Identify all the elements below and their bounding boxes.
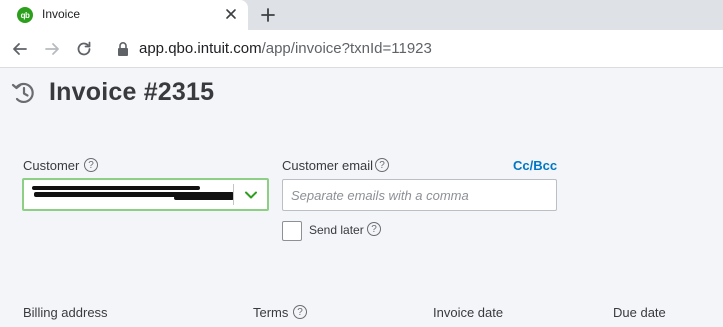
back-arrow-icon[interactable] bbox=[10, 39, 30, 59]
lock-icon[interactable] bbox=[116, 41, 130, 57]
customer-email-input[interactable] bbox=[282, 179, 557, 211]
browser-tab-strip: qb Invoice bbox=[0, 0, 723, 30]
help-glyph: ? bbox=[88, 159, 94, 171]
address-bar[interactable]: app.qbo.intuit.com/app/invoice?txnId=119… bbox=[139, 40, 432, 57]
terms-label: Terms bbox=[253, 305, 289, 320]
forward-arrow-icon[interactable] bbox=[42, 39, 62, 59]
customer-label: Customer bbox=[23, 158, 80, 173]
help-glyph: ? bbox=[297, 306, 303, 318]
billing-address-label: Billing address bbox=[23, 305, 108, 320]
redacted-value bbox=[32, 186, 200, 190]
browser-tab[interactable]: qb Invoice bbox=[0, 0, 248, 30]
quickbooks-favicon-icon: qb bbox=[17, 7, 33, 23]
invoice-date-label: Invoice date bbox=[433, 305, 504, 320]
customer-select[interactable] bbox=[22, 178, 269, 211]
help-glyph: ? bbox=[379, 159, 385, 171]
reload-icon[interactable] bbox=[74, 39, 94, 59]
select-divider bbox=[233, 184, 234, 205]
cc-bcc-link[interactable]: Cc/Bcc bbox=[513, 158, 557, 173]
help-glyph: ? bbox=[371, 223, 377, 235]
tab-title: Invoice bbox=[42, 7, 81, 21]
invoice-page: Invoice #2315 Customer ? Customer email … bbox=[0, 68, 723, 327]
due-date-label: Due date bbox=[613, 305, 666, 320]
page-title: Invoice #2315 bbox=[49, 78, 215, 106]
customer-email-label: Customer email bbox=[282, 158, 374, 173]
help-icon[interactable]: ? bbox=[375, 158, 389, 172]
plus-icon[interactable] bbox=[258, 5, 278, 25]
help-icon[interactable]: ? bbox=[293, 305, 307, 319]
url-path: /app/invoice?txnId=11923 bbox=[261, 40, 432, 57]
redacted-value bbox=[174, 196, 234, 200]
help-icon[interactable]: ? bbox=[84, 158, 98, 172]
send-later-label: Send later bbox=[309, 223, 364, 237]
help-icon[interactable]: ? bbox=[367, 222, 381, 236]
browser-toolbar: app.qbo.intuit.com/app/invoice?txnId=119… bbox=[0, 30, 723, 68]
send-later-checkbox[interactable] bbox=[282, 221, 302, 241]
chevron-down-icon[interactable] bbox=[243, 188, 259, 202]
close-icon[interactable] bbox=[222, 5, 240, 23]
history-icon[interactable] bbox=[10, 79, 38, 107]
url-host: app.qbo.intuit.com bbox=[139, 40, 262, 57]
